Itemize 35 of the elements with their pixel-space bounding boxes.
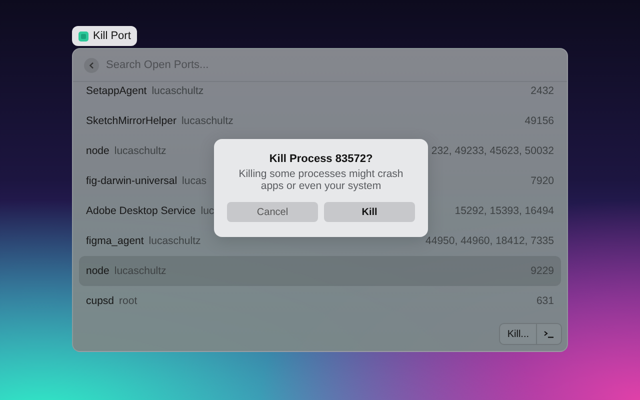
- process-ports: 44950, 44960, 18412, 7335: [426, 235, 554, 247]
- process-user: lucas: [182, 175, 207, 187]
- process-ports: 49156: [524, 115, 554, 127]
- process-name: fig-darwin-universal: [86, 175, 178, 187]
- process-user: lucaschultz: [148, 235, 201, 247]
- kill-button[interactable]: Kill: [324, 202, 415, 222]
- process-ports: 631: [536, 295, 554, 307]
- process-ports: 2432: [530, 85, 554, 97]
- cancel-button[interactable]: Cancel: [227, 202, 318, 222]
- app-title: Kill Port: [72, 26, 137, 46]
- process-ports: 7920: [530, 175, 554, 187]
- search-field[interactable]: Search Open Ports...: [106, 59, 556, 71]
- process-name: node: [86, 145, 110, 157]
- process-ports: 9229: [530, 265, 554, 277]
- process-name: node: [86, 265, 110, 277]
- process-name: Adobe Desktop Service: [86, 205, 196, 217]
- terminal-icon: [544, 330, 554, 338]
- app-icon: [78, 30, 89, 42]
- selected-row[interactable]: node lucaschultz 9229: [79, 256, 561, 286]
- process-user: lucaschultz: [181, 115, 234, 127]
- process-user: luc: [200, 205, 214, 217]
- back-button[interactable]: [84, 58, 99, 72]
- process-ports: 15292, 15393, 16494: [454, 205, 554, 217]
- process-user: lucaschultz: [152, 85, 204, 97]
- process-name: SetappAgent: [86, 85, 147, 97]
- process-name: SketchMirrorHelper: [86, 115, 176, 127]
- process-user: lucaschultz: [114, 145, 166, 157]
- process-ports: 232, 49233, 45623, 50032: [431, 145, 554, 157]
- dialog-title: Kill Process 83572?: [268, 153, 374, 165]
- process-name: figma_agent: [86, 235, 144, 247]
- process-name: cupsd: [86, 295, 114, 307]
- process-user: lucaschultz: [114, 265, 166, 277]
- process-user: root: [119, 295, 138, 307]
- dialog-message: Killing some processes might crash apps or even your system: [238, 168, 404, 192]
- back-chevron-icon: [89, 62, 94, 68]
